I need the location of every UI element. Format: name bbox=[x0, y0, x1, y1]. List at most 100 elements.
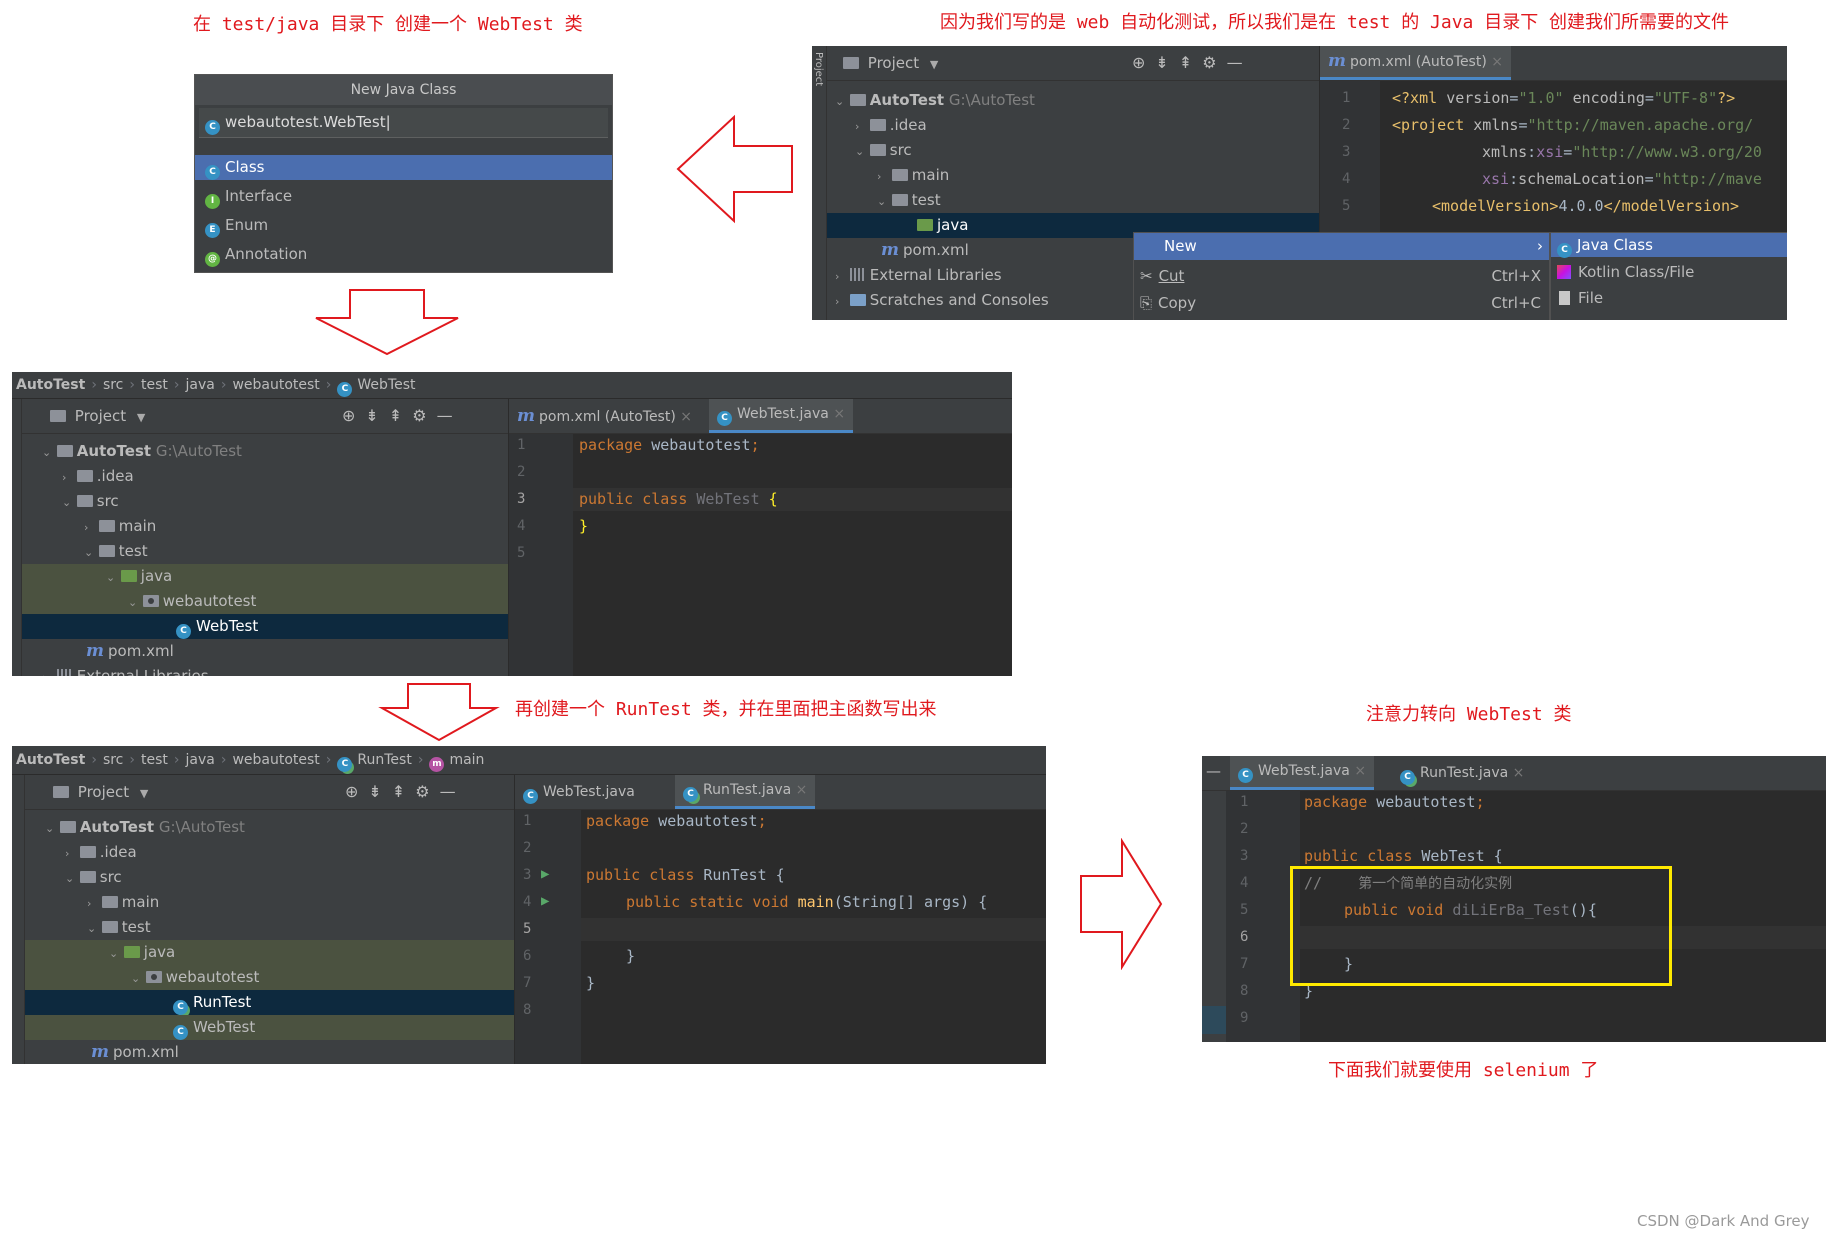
hide-icon[interactable]: — bbox=[1227, 53, 1253, 72]
tree-item-package[interactable]: ⌄ webautotest bbox=[25, 965, 514, 990]
runtest-code[interactable]: package webautotest; public class RunTes… bbox=[586, 810, 1046, 1064]
project-dropdown[interactable]: Project bbox=[78, 783, 129, 801]
dropdown-arrow-icon[interactable]: ▼ bbox=[930, 58, 938, 71]
tab-runtest[interactable]: C RunTest.java × bbox=[675, 775, 816, 809]
tree-item-test[interactable]: ⌄ test bbox=[22, 539, 508, 564]
crumb-test[interactable]: test bbox=[141, 377, 168, 393]
chevron-down-icon[interactable]: ⌄ bbox=[87, 916, 97, 941]
tree-item-main[interactable]: › main bbox=[827, 163, 1319, 188]
chevron-right-icon[interactable]: › bbox=[42, 665, 52, 676]
tree-item-idea[interactable]: › .idea bbox=[22, 464, 508, 489]
expand-all-icon[interactable]: ⇟ bbox=[1155, 53, 1178, 72]
close-icon[interactable]: × bbox=[1491, 54, 1503, 70]
expand-all-icon[interactable]: ⇟ bbox=[365, 406, 388, 425]
locate-icon[interactable]: ⊕ bbox=[342, 406, 365, 425]
chevron-right-icon[interactable]: › bbox=[84, 515, 94, 540]
crumb-src[interactable]: src bbox=[103, 752, 123, 768]
chevron-down-icon[interactable]: ⌄ bbox=[106, 565, 116, 590]
tree-item-main[interactable]: › main bbox=[25, 890, 514, 915]
menu-item-new[interactable]: New › bbox=[1134, 233, 1549, 260]
chevron-right-icon[interactable]: › bbox=[877, 164, 887, 189]
class-name-input[interactable]: Cwebautotest.WebTest| bbox=[199, 108, 608, 138]
tree-item-autotest[interactable]: ⌄ AutoTest G:\AutoTest bbox=[827, 88, 1319, 113]
project-side-strip[interactable] bbox=[12, 775, 25, 1064]
hide-icon[interactable]: — bbox=[440, 782, 466, 801]
chevron-right-icon[interactable]: › bbox=[835, 264, 845, 289]
project-side-strip[interactable] bbox=[12, 399, 22, 676]
crumb-src[interactable]: src bbox=[103, 377, 123, 393]
tree-item-external-libraries[interactable]: › External Libraries bbox=[22, 664, 508, 676]
tree-item-test[interactable]: ⌄ test bbox=[25, 915, 514, 940]
close-icon[interactable]: × bbox=[1513, 765, 1525, 781]
collapse-all-icon[interactable]: ⇞ bbox=[392, 782, 415, 801]
hide-icon[interactable]: — bbox=[437, 406, 463, 425]
crumb-class[interactable]: WebTest bbox=[357, 377, 415, 393]
tree-item-pom[interactable]: m pom.xml bbox=[22, 639, 508, 664]
option-interface[interactable]: I Interface bbox=[195, 184, 612, 209]
tab-pom-xml[interactable]: m pom.xml (AutoTest) × bbox=[1320, 46, 1511, 80]
run-gutter-icon[interactable]: ▶ bbox=[541, 866, 549, 882]
tree-item-main[interactable]: › main bbox=[22, 514, 508, 539]
dropdown-arrow-icon[interactable]: ▼ bbox=[140, 787, 148, 800]
crumb-java[interactable]: java bbox=[186, 377, 215, 393]
tree-item-java[interactable]: ⌄ java bbox=[25, 940, 514, 965]
tree-item-pom[interactable]: m pom.xml bbox=[25, 1040, 514, 1064]
option-enum[interactable]: E Enum bbox=[195, 213, 612, 238]
gear-icon[interactable]: ⚙ bbox=[1202, 53, 1226, 72]
chevron-right-icon[interactable]: › bbox=[835, 289, 845, 314]
chevron-down-icon[interactable]: ⌄ bbox=[109, 941, 119, 966]
option-annotation[interactable]: @ Annotation bbox=[195, 242, 612, 267]
collapse-all-icon[interactable]: ⇞ bbox=[1179, 53, 1202, 72]
chevron-right-icon[interactable]: › bbox=[87, 891, 97, 916]
chevron-down-icon[interactable]: ⌄ bbox=[65, 866, 75, 891]
webtest-code[interactable]: package webautotest; public class WebTes… bbox=[577, 434, 1012, 676]
chevron-down-icon[interactable]: ⌄ bbox=[877, 189, 887, 214]
tab-pom-xml[interactable]: m pom.xml (AutoTest) × bbox=[509, 399, 700, 433]
chevron-down-icon[interactable]: ⌄ bbox=[855, 139, 865, 164]
close-icon[interactable]: × bbox=[833, 406, 845, 422]
gear-icon[interactable]: ⚙ bbox=[412, 406, 436, 425]
tree-item-package[interactable]: ⌄ webautotest bbox=[22, 589, 508, 614]
chevron-down-icon[interactable]: ⌄ bbox=[42, 440, 52, 465]
collapse-all-icon[interactable]: ⇞ bbox=[389, 406, 412, 425]
crumb-project[interactable]: AutoTest bbox=[16, 377, 85, 393]
submenu-kotlin[interactable]: Kotlin Class/File bbox=[1551, 259, 1787, 285]
option-class[interactable]: C Class bbox=[195, 155, 612, 180]
chevron-right-icon[interactable]: › bbox=[62, 465, 72, 490]
crumb-java[interactable]: java bbox=[186, 752, 215, 768]
tree-item-webtest[interactable]: C WebTest bbox=[22, 614, 508, 639]
dropdown-arrow-icon[interactable]: ▼ bbox=[137, 411, 145, 424]
project-side-strip[interactable] bbox=[1202, 791, 1226, 1042]
chevron-right-icon[interactable]: › bbox=[855, 114, 865, 139]
tree-item-idea[interactable]: › .idea bbox=[25, 840, 514, 865]
tree-item-runtest[interactable]: C RunTest bbox=[25, 990, 514, 1015]
tree-item-src[interactable]: ⌄ src bbox=[827, 138, 1319, 163]
locate-icon[interactable]: ⊕ bbox=[1132, 53, 1155, 72]
project-side-strip[interactable]: Project bbox=[812, 46, 827, 320]
tab-webtest[interactable]: C WebTest.java bbox=[515, 775, 643, 809]
close-icon[interactable]: × bbox=[680, 409, 692, 425]
tree-item-src[interactable]: ⌄ src bbox=[22, 489, 508, 514]
menu-item-cut[interactable]: ✂ Cut Ctrl+X bbox=[1134, 263, 1549, 290]
close-icon[interactable]: × bbox=[1354, 763, 1366, 779]
tab-runtest[interactable]: C RunTest.java × bbox=[1392, 756, 1532, 790]
gear-icon[interactable]: ⚙ bbox=[415, 782, 439, 801]
crumb-method[interactable]: main bbox=[449, 752, 484, 768]
tab-webtest[interactable]: C WebTest.java × bbox=[1230, 756, 1375, 790]
crumb-class[interactable]: RunTest bbox=[357, 752, 411, 768]
tree-item-test[interactable]: ⌄ test bbox=[827, 188, 1319, 213]
hide-icon[interactable]: — bbox=[1206, 762, 1221, 780]
chevron-down-icon[interactable]: ⌄ bbox=[131, 966, 141, 991]
run-gutter-icon[interactable]: ▶ bbox=[541, 893, 549, 909]
crumb-project[interactable]: AutoTest bbox=[16, 752, 85, 768]
tree-item-webtest[interactable]: C WebTest bbox=[25, 1015, 514, 1040]
locate-icon[interactable]: ⊕ bbox=[345, 782, 368, 801]
expand-all-icon[interactable]: ⇟ bbox=[368, 782, 391, 801]
chevron-down-icon[interactable]: ⌄ bbox=[45, 816, 55, 841]
tree-item-autotest[interactable]: ⌄ AutoTest G:\AutoTest bbox=[25, 815, 514, 840]
close-icon[interactable]: × bbox=[796, 782, 808, 798]
chevron-right-icon[interactable]: › bbox=[65, 841, 75, 866]
chevron-down-icon[interactable]: ⌄ bbox=[835, 89, 845, 114]
project-dropdown[interactable]: Project bbox=[868, 54, 919, 72]
chevron-down-icon[interactable]: ⌄ bbox=[84, 540, 94, 565]
